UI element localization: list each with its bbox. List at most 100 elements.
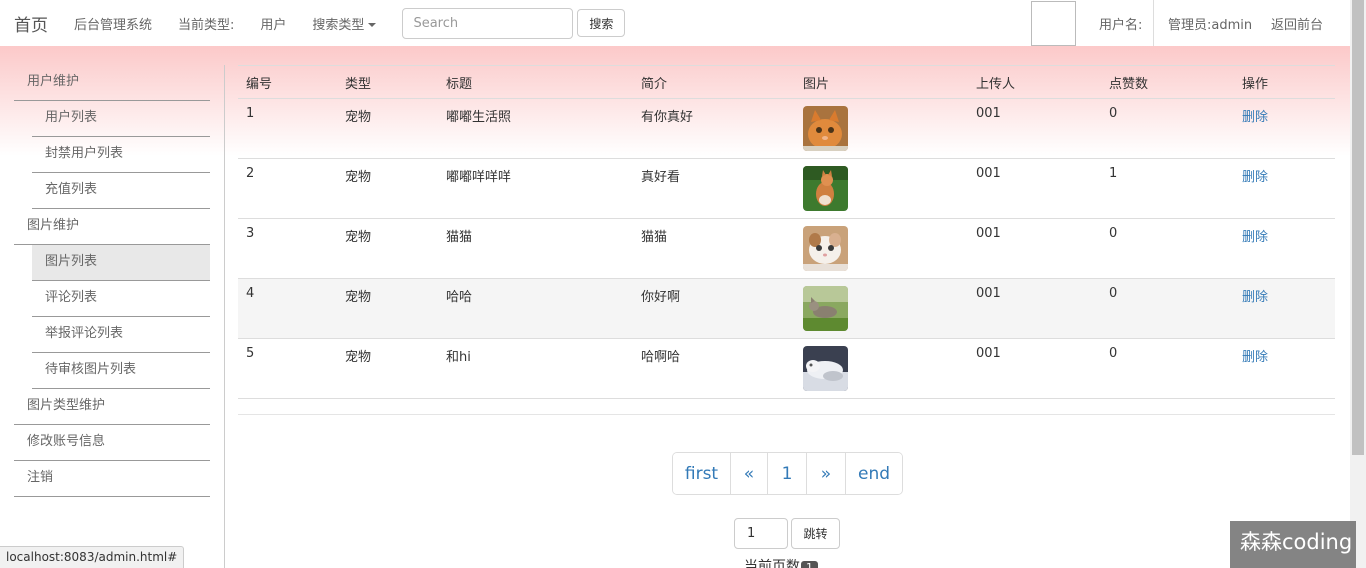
delete-link[interactable]: 删除 xyxy=(1242,110,1268,125)
cell-title: 嘟嘟咩咩咩 xyxy=(446,170,512,185)
cell-likes: 0 xyxy=(1109,106,1118,121)
cell-title: 哈哈 xyxy=(446,290,473,305)
table-row: 2 宠物 嘟嘟咩咩咩 真好看 001 1 删除 xyxy=(238,159,1335,219)
browser-status-bar: localhost:8083/admin.html# xyxy=(0,546,185,568)
system-title[interactable]: 后台管理系统 xyxy=(74,14,152,33)
sidebar-item-user-maintenance[interactable]: 用户维护 xyxy=(14,65,210,101)
white-kitten-thumbnail[interactable] xyxy=(803,226,848,271)
sidebar-item-logout[interactable]: 注销 xyxy=(14,461,210,497)
sidebar-divider xyxy=(224,65,225,568)
header-image: 图片 xyxy=(795,65,968,99)
image-table: 编号 类型 标题 简介 图片 上传人 点赞数 操作 1 宠物 嘟嘟生活照 有你真… xyxy=(238,65,1335,399)
page-jump-button[interactable]: 跳转 xyxy=(791,518,840,549)
pagination: first « 1 » end xyxy=(672,452,903,495)
search-button[interactable]: 搜索 xyxy=(577,9,626,37)
current-page-label: 当前页数 xyxy=(744,559,800,568)
table-row: 1 宠物 嘟嘟生活照 有你真好 001 0 删除 xyxy=(238,99,1335,159)
header-title: 标题 xyxy=(438,65,633,99)
cell-action: 删除 xyxy=(1234,219,1335,279)
lying-cat-thumbnail[interactable] xyxy=(803,346,848,391)
image-table-container: 编号 类型 标题 简介 图片 上传人 点赞数 操作 1 宠物 嘟嘟生活照 有你真… xyxy=(238,65,1335,399)
nav-divider xyxy=(1153,0,1154,46)
cell-type: 宠物 xyxy=(345,110,372,125)
cell-likes: 0 xyxy=(1109,286,1118,301)
delete-link[interactable]: 删除 xyxy=(1242,350,1268,365)
sidebar-item-pending-images[interactable]: 待审核图片列表 xyxy=(32,353,210,389)
cell-uploader: 001 xyxy=(976,346,1001,361)
search-input[interactable] xyxy=(402,7,574,39)
current-page-badge: 1 xyxy=(801,561,818,568)
pagination-first[interactable]: first xyxy=(673,453,731,494)
pagination-page-1[interactable]: 1 xyxy=(768,453,807,494)
search-type-dropdown[interactable]: 搜索类型 xyxy=(312,14,377,33)
current-type-value: 用户 xyxy=(260,17,287,33)
back-to-front-link[interactable]: 返回前台 xyxy=(1271,0,1323,46)
top-navbar: 首页 后台管理系统 当前类型: 用户 搜索类型 搜索 xyxy=(0,0,1350,46)
home-link[interactable]: 首页 xyxy=(14,11,74,36)
current-type-label: 当前类型: xyxy=(178,17,235,33)
pagination-next[interactable]: » xyxy=(807,453,846,494)
cell-type: 宠物 xyxy=(345,290,372,305)
pagination-prev[interactable]: « xyxy=(731,453,768,494)
cell-id: 1 xyxy=(246,106,255,121)
header-likes: 点赞数 xyxy=(1101,65,1234,99)
sidebar-item-recharge-list[interactable]: 充值列表 xyxy=(32,173,210,209)
cell-action: 删除 xyxy=(1234,159,1335,219)
cell-title: 猫猫 xyxy=(446,230,473,245)
username-label: 用户名: xyxy=(1099,17,1143,33)
cell-type: 宠物 xyxy=(345,230,372,245)
cell-image xyxy=(795,159,968,219)
orange-kitten-thumbnail[interactable] xyxy=(803,106,848,151)
cell-action: 删除 xyxy=(1234,99,1335,159)
sidebar-item-image-maintenance[interactable]: 图片维护 xyxy=(14,209,210,245)
cell-type: 宠物 xyxy=(345,170,372,185)
delete-link[interactable]: 删除 xyxy=(1242,290,1268,305)
header-type: 类型 xyxy=(337,65,438,99)
header-uploader: 上传人 xyxy=(968,65,1101,99)
table-row: 5 宠物 和hi 哈啊哈 001 0 删除 xyxy=(238,339,1335,399)
pagination-end[interactable]: end xyxy=(846,453,902,494)
cell-id: 4 xyxy=(246,286,255,301)
cell-likes: 0 xyxy=(1109,226,1118,241)
table-row: 3 宠物 猫猫 猫猫 001 0 删除 xyxy=(238,219,1335,279)
cell-image xyxy=(795,99,968,159)
sidebar-item-banned-users[interactable]: 封禁用户列表 xyxy=(32,137,210,173)
header-intro: 简介 xyxy=(633,65,795,99)
cell-type: 宠物 xyxy=(345,350,372,365)
header-action: 操作 xyxy=(1234,65,1335,99)
table-bottom-divider xyxy=(238,414,1335,415)
cell-uploader: 001 xyxy=(976,286,1001,301)
sidebar-item-user-list[interactable]: 用户列表 xyxy=(32,101,210,137)
sidebar-item-image-list[interactable]: 图片列表 xyxy=(32,245,210,281)
delete-link[interactable]: 删除 xyxy=(1242,170,1268,185)
header-id: 编号 xyxy=(238,65,337,99)
search-type-label: 搜索类型 xyxy=(312,17,365,33)
cell-image xyxy=(795,279,968,339)
cell-likes: 1 xyxy=(1109,166,1118,181)
cell-title: 和hi xyxy=(446,350,471,365)
scrollbar-thumb[interactable] xyxy=(1352,0,1364,455)
sidebar-item-image-type[interactable]: 图片类型维护 xyxy=(14,389,210,425)
delete-link[interactable]: 删除 xyxy=(1242,230,1268,245)
cell-likes: 0 xyxy=(1109,346,1118,361)
current-page-indicator: 当前页数 1 xyxy=(744,556,818,568)
cell-id: 2 xyxy=(246,166,255,181)
cell-action: 删除 xyxy=(1234,339,1335,399)
cell-intro: 真好看 xyxy=(641,170,681,185)
sidebar-item-comment-list[interactable]: 评论列表 xyxy=(32,281,210,317)
cat-in-field-thumbnail[interactable] xyxy=(803,286,848,331)
cell-uploader: 001 xyxy=(976,166,1001,181)
cell-image xyxy=(795,219,968,279)
page-jump-input[interactable] xyxy=(734,518,788,549)
sidebar-item-reported-comments[interactable]: 举报评论列表 xyxy=(32,317,210,353)
cat-on-grass-thumbnail[interactable] xyxy=(803,166,848,211)
sidebar-item-account-info[interactable]: 修改账号信息 xyxy=(14,425,210,461)
avatar xyxy=(1031,1,1076,46)
sidebar: 用户维护 用户列表 封禁用户列表 充值列表 图片维护 图片列表 评论列表 举报评… xyxy=(14,65,210,497)
table-header-row: 编号 类型 标题 简介 图片 上传人 点赞数 操作 xyxy=(238,65,1335,99)
caret-down-icon xyxy=(368,23,377,27)
table-row: 4 宠物 哈哈 你好啊 001 0 删除 xyxy=(238,278,1335,339)
cell-uploader: 001 xyxy=(976,106,1001,121)
cell-intro: 你好啊 xyxy=(641,290,681,305)
cell-intro: 猫猫 xyxy=(641,230,668,245)
